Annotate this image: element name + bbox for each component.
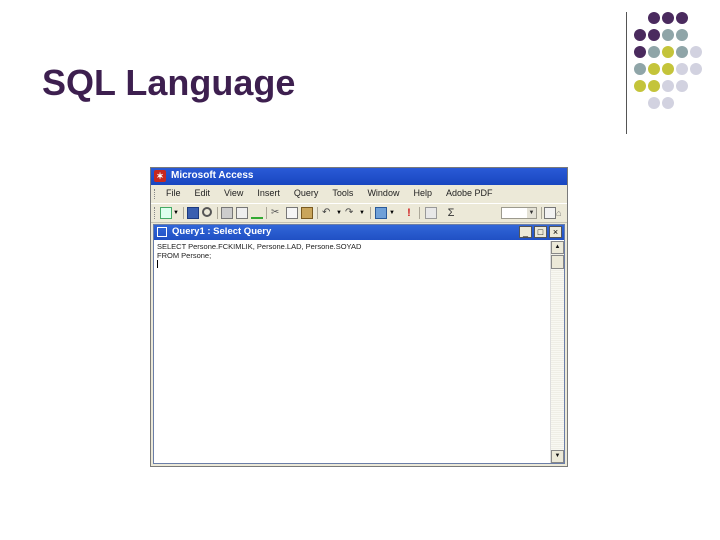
decorative-dot [676, 29, 688, 41]
search-icon[interactable] [202, 207, 212, 217]
sql-line-2: FROM Persone; [157, 251, 212, 260]
decorative-dot [648, 12, 660, 24]
decorative-dot [662, 29, 674, 41]
toolbar-grip[interactable] [154, 207, 158, 219]
decorative-dot [648, 97, 660, 109]
totals-icon[interactable]: Σ [445, 207, 457, 219]
undo-dropdown-icon[interactable]: ▼ [336, 207, 343, 219]
decorative-dot [676, 63, 688, 75]
vertical-scrollbar[interactable]: ▲ ▼ [550, 241, 564, 463]
decorative-dot [648, 63, 660, 75]
text-caret [157, 260, 158, 268]
access-app-icon: ✶ [154, 170, 166, 182]
paste-icon[interactable] [301, 207, 313, 219]
show-table-icon[interactable] [425, 207, 437, 219]
menu-tools[interactable]: Tools [327, 188, 358, 198]
scroll-thumb[interactable] [551, 255, 564, 269]
redo-icon[interactable]: ↷ [345, 207, 357, 219]
decorative-dot [634, 29, 646, 41]
menu-bar: File Edit View Insert Query Tools Window… [151, 186, 567, 202]
menu-query[interactable]: Query [289, 188, 324, 198]
decorative-dot [634, 46, 646, 58]
query-titlebar[interactable]: Query1 : Select Query _ □ × [154, 225, 564, 240]
query-window: Query1 : Select Query _ □ × SELECT Perso… [153, 224, 565, 464]
decorative-dot [648, 80, 660, 92]
menu-view[interactable]: View [219, 188, 248, 198]
combo-arrow-icon[interactable]: ▼ [527, 208, 536, 218]
minimize-button[interactable]: _ [519, 226, 532, 238]
query-icon [157, 227, 167, 237]
run-icon[interactable]: ! [403, 207, 415, 219]
decorative-dot [662, 80, 674, 92]
menu-adobe-pdf[interactable]: Adobe PDF [441, 188, 498, 198]
menu-edit[interactable]: Edit [190, 188, 216, 198]
menu-file[interactable]: File [161, 188, 186, 198]
scroll-down-button[interactable]: ▼ [551, 450, 564, 463]
maximize-button[interactable]: □ [534, 226, 547, 238]
menu-help[interactable]: Help [408, 188, 437, 198]
decorative-dot [634, 63, 646, 75]
decorative-dot [662, 46, 674, 58]
app-titlebar[interactable]: ✶ Microsoft Access [151, 168, 567, 185]
decorative-dot [662, 12, 674, 24]
access-window: ✶ Microsoft Access File Edit View Insert… [150, 167, 568, 467]
print-icon[interactable] [221, 207, 233, 219]
print-preview-icon[interactable] [236, 207, 248, 219]
decorative-dot [676, 80, 688, 92]
decorative-dot [676, 46, 688, 58]
decorative-dot [662, 97, 674, 109]
sql-line-1: SELECT Persone.FCKIMLIK, Persone.LAD, Pe… [157, 242, 362, 251]
toolbar: ▼ ✂ ↶ ▼ ↷ ▼ ▼ ! Σ ▼ ⌂ [151, 203, 567, 223]
sql-editor[interactable]: SELECT Persone.FCKIMLIK, Persone.LAD, Pe… [157, 242, 547, 460]
cut-icon[interactable]: ✂ [271, 207, 283, 219]
decorative-dot [676, 12, 688, 24]
decorative-dot [662, 63, 674, 75]
menu-insert[interactable]: Insert [252, 188, 285, 198]
copy-icon[interactable] [286, 207, 298, 219]
decorative-dot [648, 46, 660, 58]
top-values-combo[interactable]: ▼ [501, 207, 537, 219]
query-type-icon[interactable] [375, 207, 387, 219]
decorative-dot [648, 29, 660, 41]
query-title: Query1 : Select Query [172, 226, 272, 237]
app-title: Microsoft Access [171, 170, 254, 181]
view-icon[interactable] [160, 207, 172, 219]
decorative-dot [690, 46, 702, 58]
scroll-up-button[interactable]: ▲ [551, 241, 564, 254]
spelling-icon[interactable] [251, 207, 263, 219]
decorative-divider [626, 12, 627, 134]
grip-handle[interactable] [154, 189, 158, 199]
undo-icon[interactable]: ↶ [322, 207, 334, 219]
build-icon[interactable]: ⌂ [556, 207, 566, 219]
decorative-dot [634, 80, 646, 92]
properties-icon[interactable] [544, 207, 556, 219]
dropdown-arrow-icon[interactable]: ▼ [173, 207, 180, 219]
redo-dropdown-icon[interactable]: ▼ [359, 207, 366, 219]
query-type-dropdown-icon[interactable]: ▼ [389, 207, 396, 219]
slide-title: SQL Language [42, 62, 296, 103]
save-icon[interactable] [187, 207, 199, 219]
decorative-dot [690, 63, 702, 75]
close-button[interactable]: × [549, 226, 562, 238]
menu-window[interactable]: Window [362, 188, 404, 198]
